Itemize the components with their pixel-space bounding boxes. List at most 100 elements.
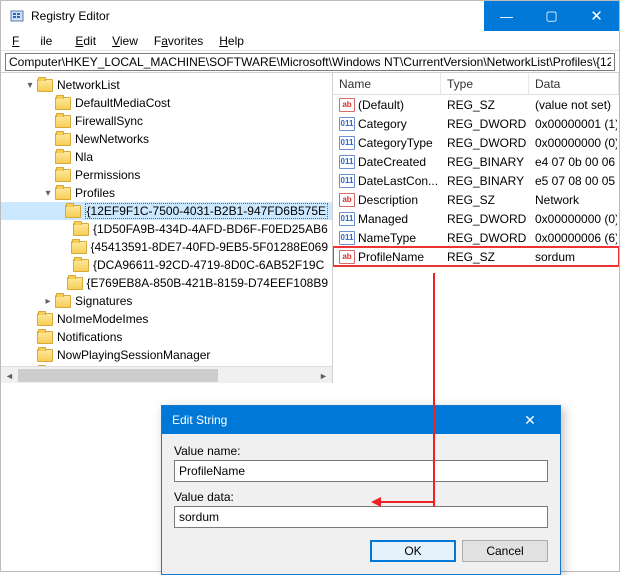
scroll-track[interactable]: [18, 367, 315, 383]
tree-item[interactable]: Nla: [1, 148, 332, 166]
list-row[interactable]: ab(Default)REG_SZ(value not set): [333, 95, 619, 114]
address-bar: [1, 51, 619, 73]
folder-icon: [65, 205, 81, 218]
folder-icon: [37, 79, 53, 92]
tree-item-label: Notifications: [57, 330, 122, 344]
menu-favorites[interactable]: Favorites: [147, 33, 210, 49]
list-row[interactable]: 011NameTypeREG_DWORD0x00000006 (6): [333, 228, 619, 247]
list-header: Name Type Data: [333, 73, 619, 95]
value-type: REG_DWORD: [443, 231, 531, 245]
tree-item[interactable]: {45413591-8DE7-40FD-9EB5-5F01288E069: [1, 238, 332, 256]
tree-item-label: NewNetworks: [75, 132, 149, 146]
tree-item-label: FirewallSync: [75, 114, 143, 128]
tree-item[interactable]: {E769EB8A-850B-421B-8159-D74EEF108B9: [1, 274, 332, 292]
binary-value-icon: 011: [339, 155, 355, 169]
tree-item[interactable]: Permissions: [1, 166, 332, 184]
dialog-close-button[interactable]: ✕: [510, 412, 550, 429]
tree-item[interactable]: ▸Signatures: [1, 292, 332, 310]
tree-pane[interactable]: ▾ NetworkList DefaultMediaCost FirewallSync…: [1, 73, 333, 383]
tree-item[interactable]: {12EF9F1C-7500-4031-B2B1-947FD6B575E: [1, 202, 332, 220]
folder-icon: [37, 331, 53, 344]
values-pane[interactable]: Name Type Data ab(Default)REG_SZ(value n…: [333, 73, 619, 383]
list-row[interactable]: abDescriptionREG_SZNetwork: [333, 190, 619, 209]
tree-item-label: DefaultMediaCost: [75, 96, 170, 110]
chevron-down-icon[interactable]: ▾: [41, 188, 55, 199]
list-row[interactable]: 011CategoryTypeREG_DWORD0x00000000 (0): [333, 133, 619, 152]
list-row[interactable]: abProfileNameREG_SZsordum: [333, 247, 619, 266]
tree-item[interactable]: NowPlayingSessionManager: [1, 346, 332, 364]
cancel-button[interactable]: Cancel: [462, 540, 548, 562]
tree-item-label: {12EF9F1C-7500-4031-B2B1-947FD6B575E: [85, 203, 328, 219]
chevron-down-icon[interactable]: ▾: [23, 80, 37, 91]
chevron-right-icon[interactable]: ▸: [41, 296, 55, 307]
tree-item[interactable]: DefaultMediaCost: [1, 94, 332, 112]
binary-value-icon: 011: [339, 117, 355, 131]
value-type: REG_SZ: [443, 250, 531, 264]
value-data: (value not set): [531, 98, 617, 112]
window-controls: — ▢ ✕: [484, 1, 619, 31]
tree-item[interactable]: FirewallSync: [1, 112, 332, 130]
tree-item[interactable]: ▾ Profiles: [1, 184, 332, 202]
column-name[interactable]: Name: [333, 73, 441, 94]
scroll-left-icon[interactable]: ◄: [1, 367, 18, 383]
close-button[interactable]: ✕: [574, 1, 619, 31]
value-name: DateCreated: [358, 155, 426, 169]
menu-bar: File Edit View Favorites Help: [1, 31, 619, 51]
value-data-label: Value data:: [174, 490, 548, 504]
dialog-buttons: OK Cancel: [174, 536, 548, 564]
value-type: REG_DWORD: [443, 212, 531, 226]
main-split: ▾ NetworkList DefaultMediaCost FirewallSync…: [1, 73, 619, 383]
title-bar: Registry Editor — ▢ ✕: [1, 1, 619, 31]
tree-scrollbar-horizontal[interactable]: ◄ ►: [1, 366, 332, 383]
maximize-button[interactable]: ▢: [529, 1, 574, 31]
value-type: REG_SZ: [443, 193, 531, 207]
value-name-input[interactable]: [174, 460, 548, 482]
callout-arrowhead-icon: [371, 497, 381, 507]
window-title: Registry Editor: [31, 9, 484, 23]
list-row[interactable]: 011CategoryREG_DWORD0x00000001 (1): [333, 114, 619, 133]
menu-file[interactable]: File: [5, 33, 66, 49]
folder-icon: [55, 115, 71, 128]
value-type: REG_SZ: [443, 98, 531, 112]
tree-item-label: {E769EB8A-850B-421B-8159-D74EEF108B9: [87, 276, 329, 290]
tree-item[interactable]: Notifications: [1, 328, 332, 346]
binary-value-icon: 011: [339, 212, 355, 226]
folder-icon: [73, 223, 89, 236]
value-data: e5 07 08 00 05 ...: [531, 174, 617, 188]
value-name: (Default): [358, 98, 404, 112]
scroll-thumb[interactable]: [18, 369, 218, 382]
scroll-right-icon[interactable]: ►: [315, 367, 332, 383]
value-name-label: Value name:: [174, 444, 548, 458]
column-data[interactable]: Data: [529, 73, 619, 94]
callout-arrow: [433, 273, 435, 507]
menu-edit[interactable]: Edit: [68, 33, 103, 49]
string-value-icon: ab: [339, 193, 355, 207]
value-data: Network: [531, 193, 617, 207]
value-data: 0x00000000 (0): [531, 212, 617, 226]
list-row[interactable]: 011DateCreatedREG_BINARYe4 07 0b 00 06 .…: [333, 152, 619, 171]
address-input[interactable]: [5, 53, 615, 71]
edit-string-dialog: Edit String ✕ Value name: Value data: OK…: [161, 405, 561, 575]
column-type[interactable]: Type: [441, 73, 529, 94]
value-name: DateLastCon...: [358, 174, 438, 188]
app-icon: [9, 8, 25, 24]
value-type: REG_DWORD: [443, 117, 531, 131]
menu-help[interactable]: Help: [212, 33, 251, 49]
tree-item[interactable]: NewNetworks: [1, 130, 332, 148]
list-row[interactable]: 011DateLastCon...REG_BINARYe5 07 08 00 0…: [333, 171, 619, 190]
tree-item-label: Profiles: [75, 186, 115, 200]
dialog-title-bar[interactable]: Edit String ✕: [162, 406, 560, 434]
ok-button[interactable]: OK: [370, 540, 456, 562]
minimize-button[interactable]: —: [484, 1, 529, 31]
list-row[interactable]: 011ManagedREG_DWORD0x00000000 (0): [333, 209, 619, 228]
tree-item[interactable]: NoImeModeImes: [1, 310, 332, 328]
tree-item[interactable]: {1D50FA9B-434D-4AFD-BD6F-F0ED25AB6: [1, 220, 332, 238]
tree-item-label: {45413591-8DE7-40FD-9EB5-5F01288E069: [91, 240, 329, 254]
tree-item[interactable]: {DCA96611-92CD-4719-8D0C-6AB52F19C: [1, 256, 332, 274]
tree-item[interactable]: ▾ NetworkList: [1, 76, 332, 94]
value-data: 0x00000006 (6): [531, 231, 617, 245]
folder-icon: [73, 259, 89, 272]
value-data-input[interactable]: [174, 506, 548, 528]
tree-item-label: NetworkList: [57, 78, 120, 92]
menu-view[interactable]: View: [105, 33, 145, 49]
